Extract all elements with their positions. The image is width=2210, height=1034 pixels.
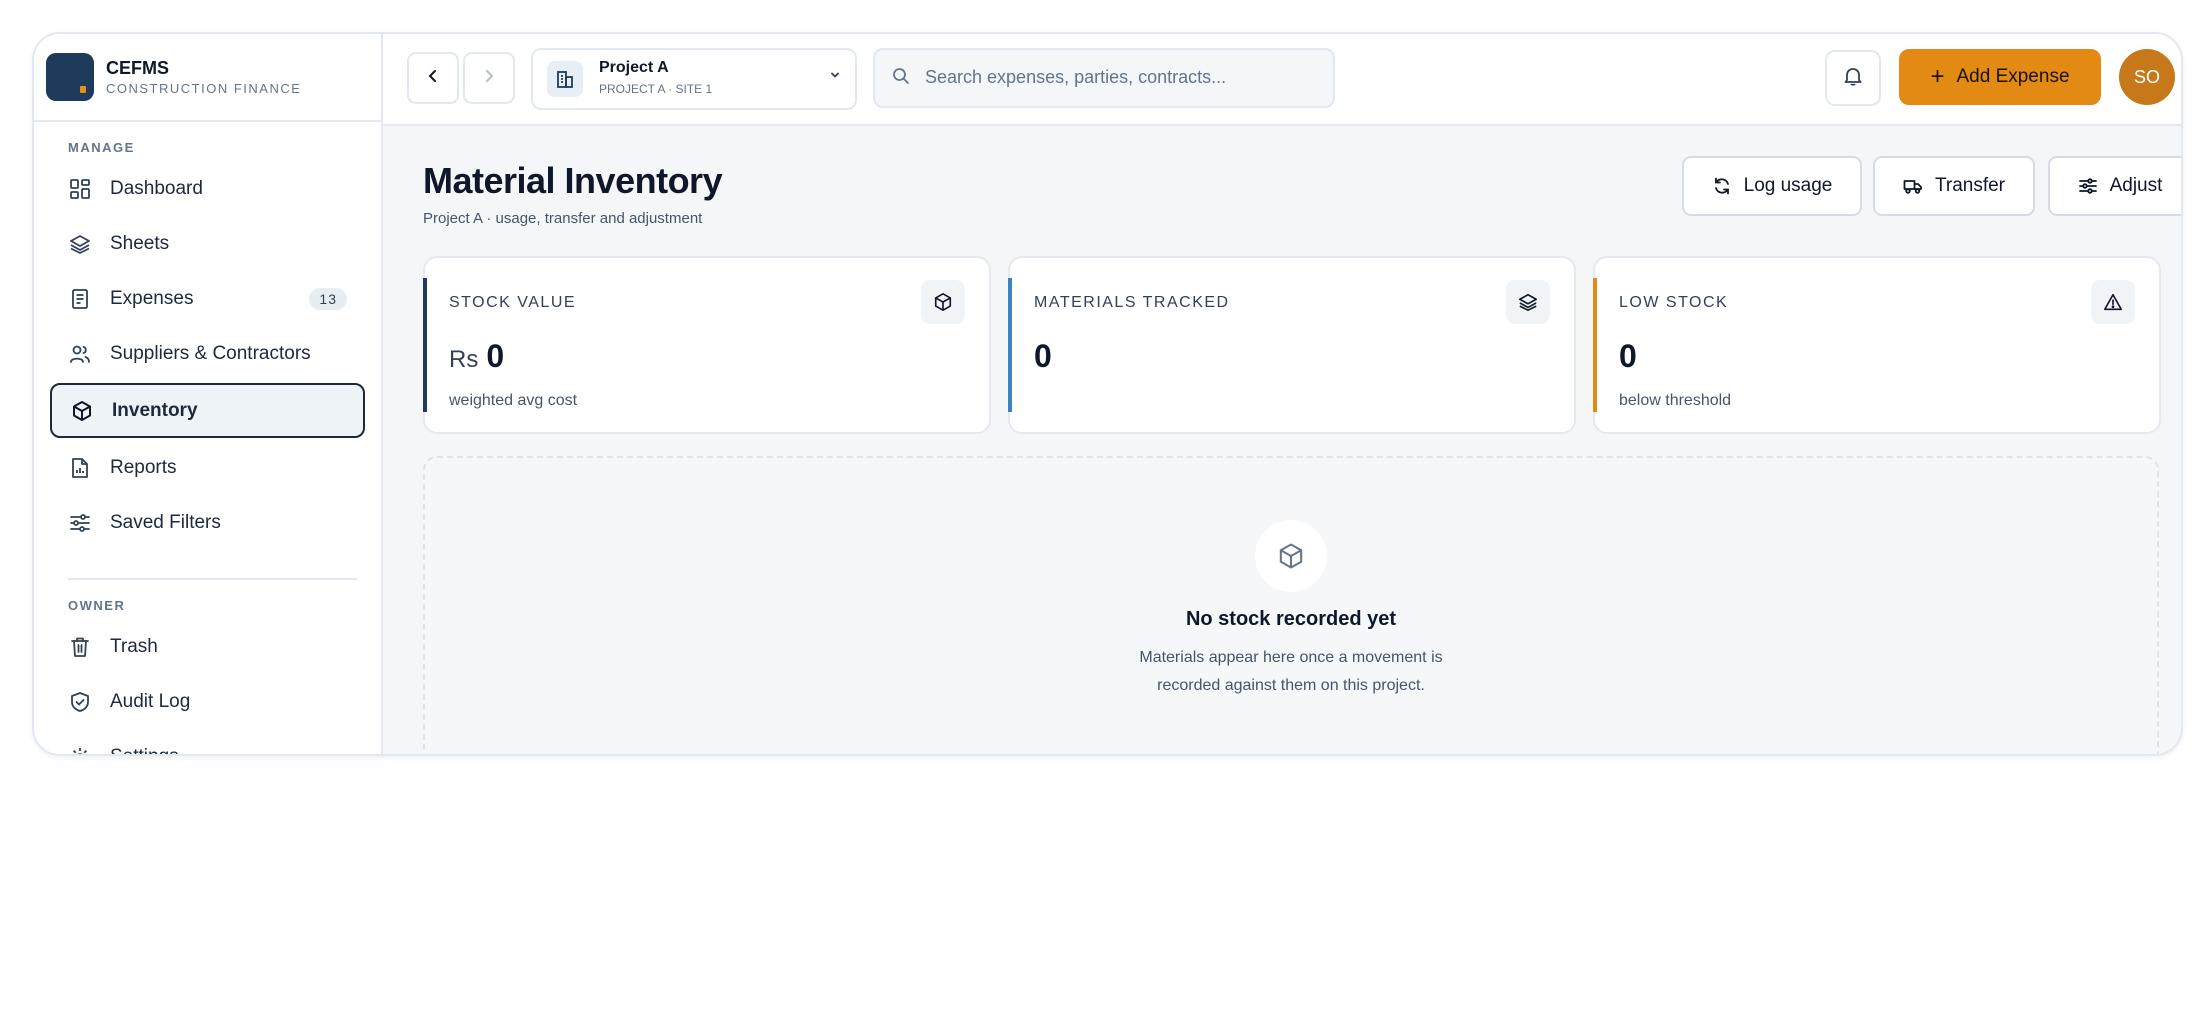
chevron-left-icon bbox=[426, 69, 440, 88]
sidebar-item-label: Audit Log bbox=[110, 690, 191, 712]
app-window: CEFMS CONSTRUCTION FINANCE MANAGE Dashbo… bbox=[32, 32, 2183, 756]
brand-logo bbox=[46, 53, 94, 101]
card-label: STOCK VALUE bbox=[449, 294, 577, 311]
receipt-icon bbox=[68, 287, 92, 311]
brand-subtitle: CONSTRUCTION FINANCE bbox=[106, 81, 302, 96]
sidebar-item-label: Inventory bbox=[112, 399, 198, 421]
sidebar-item-settings[interactable]: Settings bbox=[50, 731, 365, 756]
trash-icon bbox=[68, 635, 92, 659]
sidebar-item-label: Reports bbox=[110, 456, 177, 478]
back-button[interactable] bbox=[407, 52, 459, 104]
stat-card-materials-tracked: MATERIALS TRACKED 0 bbox=[1008, 256, 1576, 434]
adjust-label: Adjust bbox=[2109, 175, 2163, 196]
card-value: 0 bbox=[1619, 338, 1637, 374]
transfer-label: Transfer bbox=[1934, 175, 2006, 196]
plus-icon: + bbox=[1930, 63, 1945, 90]
box-icon bbox=[70, 399, 94, 423]
sidebar-item-trash[interactable]: Trash bbox=[50, 621, 365, 672]
adjust-button[interactable]: Adjust bbox=[2048, 156, 2181, 216]
sidebar-item-label: Dashboard bbox=[110, 177, 203, 199]
sidebar-item-label: Expenses bbox=[110, 287, 194, 309]
card-label: MATERIALS TRACKED bbox=[1034, 294, 1230, 311]
sidebar-item-audit-log[interactable]: Audit Log bbox=[50, 676, 365, 727]
expenses-count-badge: 13 bbox=[309, 287, 347, 310]
sidebar-item-label: Trash bbox=[110, 635, 158, 657]
section-label-manage: MANAGE bbox=[68, 140, 135, 155]
search-icon bbox=[891, 66, 911, 91]
search-field[interactable]: Search expenses, parties, contracts... bbox=[873, 48, 1335, 108]
add-expense-button[interactable]: + Add Expense bbox=[1899, 49, 2101, 105]
layers-icon bbox=[1506, 280, 1550, 324]
report-icon bbox=[68, 456, 92, 480]
users-icon bbox=[68, 342, 92, 366]
user-avatar[interactable]: SO bbox=[2119, 49, 2175, 105]
currency-symbol: Rs bbox=[449, 346, 479, 373]
brand-name: CEFMS bbox=[106, 58, 169, 78]
sidebar-item-dashboard[interactable]: Dashboard bbox=[50, 163, 365, 214]
sliders-icon bbox=[2078, 176, 2098, 196]
brand[interactable]: CEFMS CONSTRUCTION FINANCE bbox=[34, 34, 381, 122]
stat-card-stock-value: STOCK VALUE Rs 0 weighted avg cost bbox=[423, 256, 991, 434]
card-value: Rs 0 bbox=[449, 338, 505, 374]
page-title: Material Inventory bbox=[423, 160, 723, 201]
sidebar-item-label: Saved Filters bbox=[110, 511, 221, 533]
sidebar-item-label: Suppliers & Contractors bbox=[110, 342, 311, 364]
sliders-icon bbox=[68, 511, 92, 535]
card-accent-bar bbox=[1008, 278, 1012, 412]
transfer-button[interactable]: Transfer bbox=[1873, 156, 2035, 216]
sidebar-divider bbox=[68, 578, 357, 580]
section-label-owner: OWNER bbox=[68, 598, 126, 613]
add-expense-label: Add Expense bbox=[1956, 66, 2070, 87]
sidebar-item-expenses[interactable]: Expenses 13 bbox=[50, 273, 365, 324]
search-input[interactable]: Search expenses, parties, contracts... bbox=[925, 67, 1226, 88]
bell-icon bbox=[1842, 65, 1864, 92]
project-selector[interactable]: Project A PROJECT A · SITE 1 bbox=[531, 48, 857, 110]
card-accent-bar bbox=[423, 278, 427, 412]
log-usage-label: Log usage bbox=[1743, 175, 1833, 196]
refresh-icon bbox=[1712, 176, 1732, 196]
forward-button[interactable] bbox=[463, 52, 515, 104]
project-name: Project A bbox=[599, 59, 669, 76]
card-value: 0 bbox=[1034, 338, 1052, 374]
page-subtitle: Project A · usage, transfer and adjustme… bbox=[423, 210, 703, 227]
card-accent-bar bbox=[1593, 278, 1597, 412]
gear-icon bbox=[68, 745, 92, 754]
sidebar-item-suppliers[interactable]: Suppliers & Contractors bbox=[50, 328, 365, 379]
sidebar-item-saved-filters[interactable]: Saved Filters bbox=[50, 497, 365, 548]
main-content: Material Inventory Project A · usage, tr… bbox=[383, 126, 2181, 754]
log-usage-button[interactable]: Log usage bbox=[1682, 156, 1862, 216]
building-icon bbox=[547, 61, 583, 97]
notifications-button[interactable] bbox=[1825, 50, 1881, 106]
card-subtitle: weighted avg cost bbox=[449, 392, 578, 409]
sidebar-item-reports[interactable]: Reports bbox=[50, 442, 365, 493]
card-label: LOW STOCK bbox=[1619, 294, 1729, 311]
empty-state: No stock recorded yet Materials appear h… bbox=[423, 456, 2159, 754]
empty-state-title: No stock recorded yet bbox=[1185, 608, 1397, 630]
stat-card-low-stock: LOW STOCK 0 below threshold bbox=[1593, 256, 2161, 434]
sidebar-item-sheets[interactable]: Sheets bbox=[50, 218, 365, 269]
card-subtitle: below threshold bbox=[1619, 392, 1732, 409]
box-icon bbox=[921, 280, 965, 324]
sidebar: CEFMS CONSTRUCTION FINANCE MANAGE Dashbo… bbox=[34, 34, 383, 754]
empty-state-text: Materials appear here once a movement is… bbox=[1139, 649, 1443, 694]
sidebar-item-label: Settings bbox=[110, 745, 179, 756]
dashboard-icon bbox=[68, 177, 92, 201]
chevron-right-icon bbox=[482, 69, 496, 88]
chevron-down-icon bbox=[829, 68, 841, 86]
truck-icon bbox=[1903, 176, 1923, 196]
sidebar-item-label: Sheets bbox=[110, 232, 170, 254]
warning-icon bbox=[2091, 280, 2135, 324]
topbar: Project A PROJECT A · SITE 1 Search expe… bbox=[383, 34, 2181, 126]
shield-icon bbox=[68, 690, 92, 714]
layers-icon bbox=[68, 232, 92, 256]
sidebar-item-inventory[interactable]: Inventory bbox=[50, 383, 365, 438]
project-site: PROJECT A · SITE 1 bbox=[599, 82, 713, 96]
box-icon bbox=[1255, 520, 1327, 592]
